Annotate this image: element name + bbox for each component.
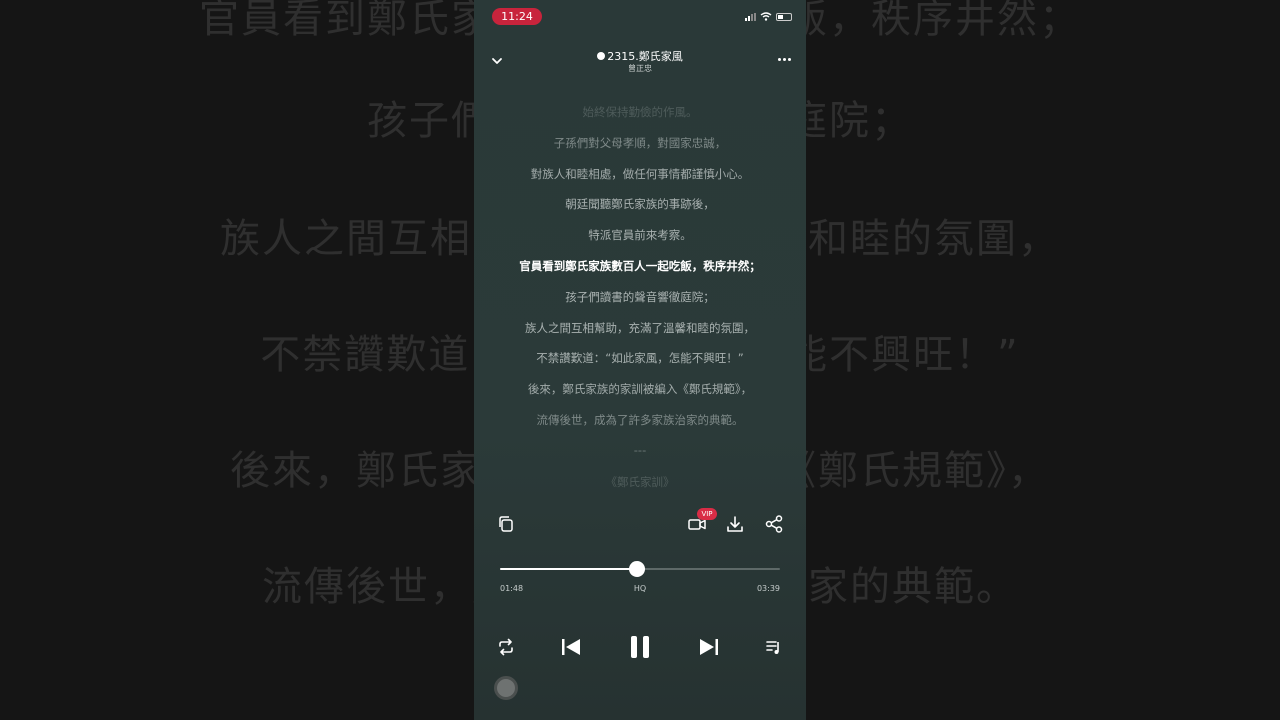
lyrics-panel[interactable]: 始終保持勤儉的作風。 子孫們對父母孝順，對國家忠誠， 對族人和睦相處，做任何事情都謹…	[474, 100, 806, 492]
battery-icon	[776, 12, 792, 21]
playing-dot-icon	[597, 52, 606, 60]
chevron-down-icon[interactable]	[490, 54, 504, 68]
lyric-line[interactable]: 子孫們對父母孝順，對國家忠誠，	[474, 135, 806, 151]
signal-icon	[745, 12, 756, 21]
song-title: 2315.鄭氏家風	[544, 48, 736, 64]
progress-thumb[interactable]	[629, 561, 646, 577]
assistive-touch-button[interactable]	[494, 676, 518, 700]
lyric-line[interactable]: 流傳後世，成為了許多家族治家的典範。	[474, 412, 806, 428]
lyric-line[interactable]: 始終保持勤儉的作風。	[474, 104, 806, 120]
lyric-line[interactable]: 對族人和睦相處，做任何事情都謹慎小心。	[474, 166, 806, 182]
status-icons	[745, 12, 792, 21]
lyric-line-current[interactable]: 官員看到鄭氏家族數百人一起吃飯，秩序井然；	[474, 258, 806, 274]
next-icon[interactable]	[697, 636, 721, 658]
quality-toggle[interactable]: HQ	[632, 584, 648, 593]
elapsed-time: 01:48	[500, 584, 524, 593]
pause-icon[interactable]	[628, 634, 652, 660]
total-duration: 03:39	[756, 584, 780, 593]
wifi-icon	[760, 12, 772, 21]
lyric-line[interactable]: 族人之間互相幫助，充滿了溫馨和睦的氛圍，	[474, 320, 806, 336]
phone-screen: 11:24 2315.鄭氏家風 曾正忠 始終保持勤儉的作風。 子孫們對父母孝順，對…	[474, 0, 806, 720]
copy-icon[interactable]	[496, 514, 516, 534]
progress-fill	[500, 568, 638, 570]
playlist-icon[interactable]	[764, 637, 784, 657]
song-title-text: 2315.鄭氏家風	[607, 50, 683, 63]
share-icon[interactable]	[764, 514, 784, 534]
action-bar	[474, 510, 806, 540]
download-icon[interactable]	[725, 514, 745, 534]
vip-badge: VIP	[697, 508, 717, 520]
lyric-line[interactable]: ---	[474, 443, 806, 457]
status-time: 11:24	[492, 8, 542, 25]
lyric-line[interactable]: 朝廷聞聽鄭氏家族的事跡後，	[474, 196, 806, 212]
lyric-line[interactable]: 特派官員前來考察。	[474, 227, 806, 243]
more-icon[interactable]	[778, 58, 794, 64]
playback-controls	[474, 630, 806, 666]
artist-name[interactable]: 曾正忠	[544, 63, 736, 74]
repeat-icon[interactable]	[496, 637, 516, 657]
previous-icon[interactable]	[559, 636, 583, 658]
lyric-line[interactable]: 不禁讚歎道：“如此家風，怎能不興旺！”	[474, 350, 806, 366]
lyric-line[interactable]: 孩子們讀書的聲音響徹庭院；	[474, 289, 806, 305]
lyric-line[interactable]: 《鄭氏家訓》	[474, 474, 806, 490]
progress-slider[interactable]	[500, 561, 780, 577]
lyric-line[interactable]: 後來，鄭氏家族的家訓被編入《鄭氏規範》，	[474, 381, 806, 397]
